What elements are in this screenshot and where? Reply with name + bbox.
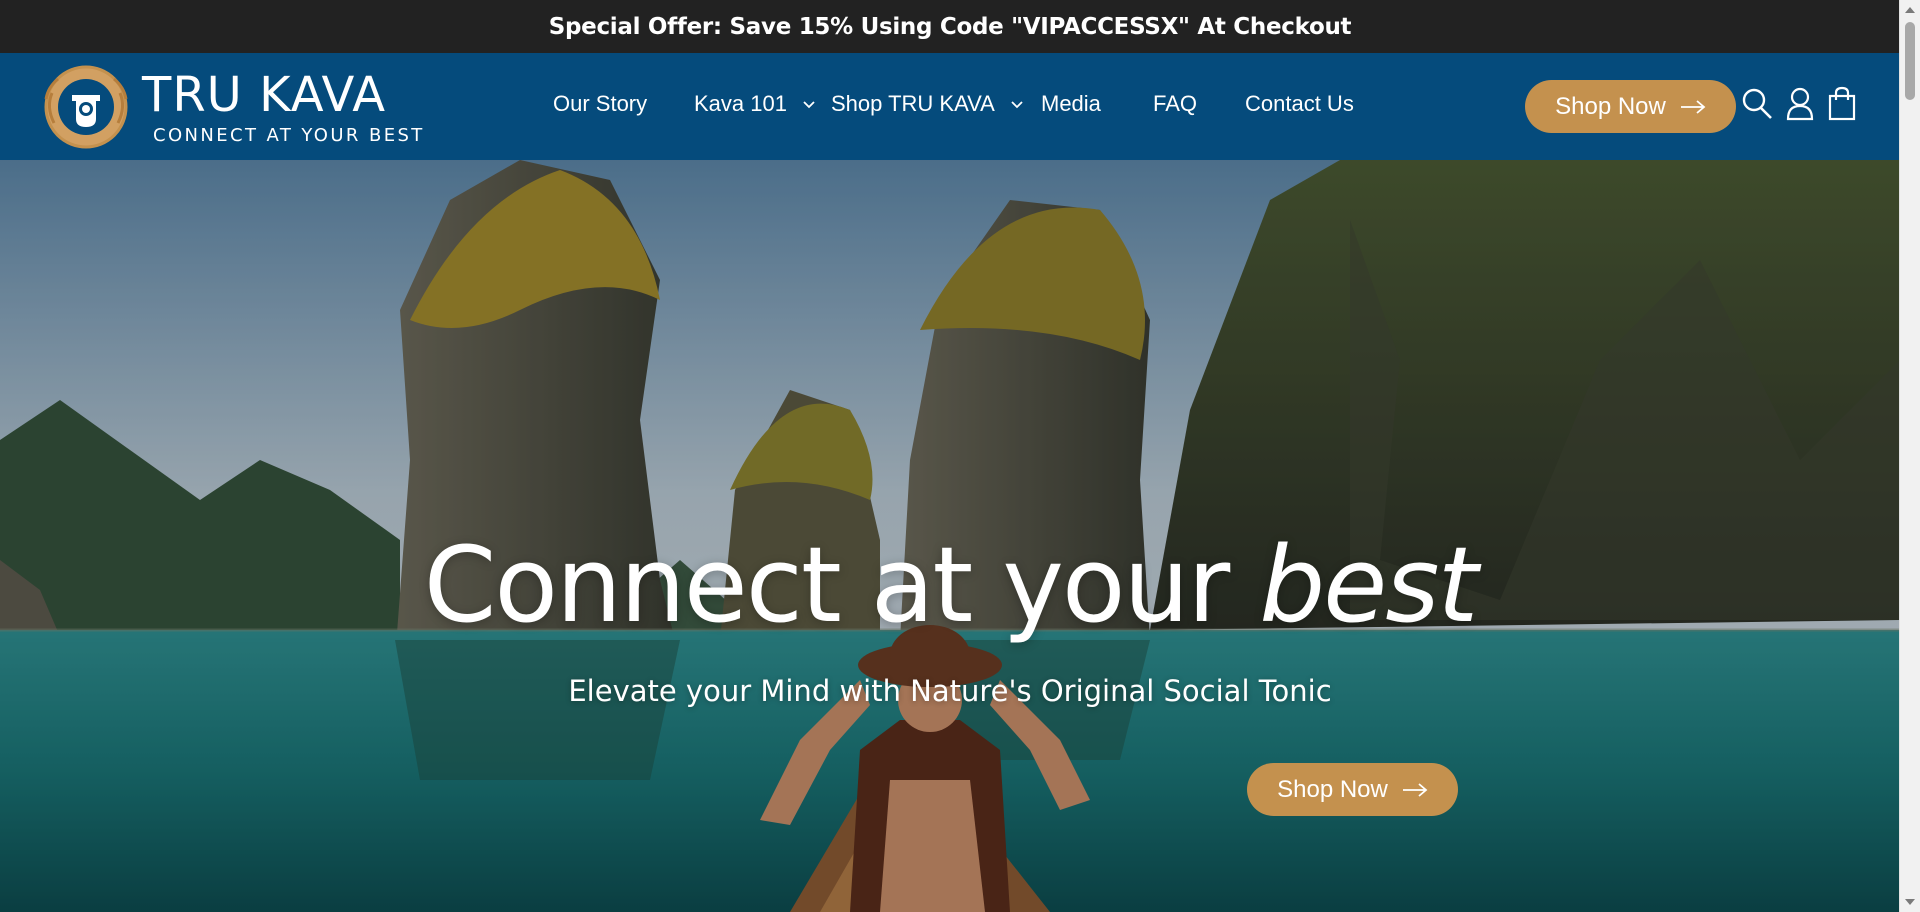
vertical-scrollbar[interactable] xyxy=(1899,0,1920,912)
scroll-down-icon[interactable] xyxy=(1904,897,1916,907)
hero-title: Connect at your best xyxy=(0,530,1900,640)
account-icon[interactable] xyxy=(1783,85,1817,123)
nav-item-our-story[interactable]: Our Story xyxy=(553,91,647,117)
announcement-text: Special Offer: Save 15% Using Code "VIPA… xyxy=(548,13,1352,40)
hero-shop-now-button[interactable]: Shop Now xyxy=(1247,763,1458,816)
header-shop-now-button[interactable]: Shop Now xyxy=(1525,80,1736,133)
hero-banner: Connect at your best Elevate your Mind w… xyxy=(0,160,1900,912)
nav-item-media[interactable]: Media xyxy=(1041,91,1101,117)
hero-title-emphasis: best xyxy=(1259,524,1478,646)
hero-title-main: Connect at your xyxy=(423,524,1260,646)
shop-now-label: Shop Now xyxy=(1277,775,1388,803)
nav-item-kava-101[interactable]: Kava 101 xyxy=(694,91,817,117)
shop-now-label: Shop Now xyxy=(1555,92,1666,120)
nav-item-contact-us[interactable]: Contact Us xyxy=(1245,91,1354,117)
hero-subtitle: Elevate your Mind with Nature's Original… xyxy=(568,674,1332,708)
scroll-up-icon[interactable] xyxy=(1904,5,1916,15)
nav-label: FAQ xyxy=(1153,91,1198,116)
nav-label: Contact Us xyxy=(1245,91,1354,116)
announcement-bar: Special Offer: Save 15% Using Code "VIPA… xyxy=(0,0,1900,53)
arrow-right-icon xyxy=(1680,99,1706,114)
search-icon[interactable] xyxy=(1740,85,1774,123)
arrow-right-icon xyxy=(1402,782,1428,797)
nav-item-faq[interactable]: FAQ xyxy=(1153,91,1197,117)
chevron-down-icon xyxy=(1011,101,1023,109)
scrollbar-thumb[interactable] xyxy=(1905,22,1915,100)
nav-label: Media xyxy=(1041,91,1101,116)
nav-label: Kava 101 xyxy=(694,91,787,116)
cart-icon[interactable] xyxy=(1825,85,1859,123)
nav-item-shop-tru-kava[interactable]: Shop TRU KAVA xyxy=(831,91,1025,117)
nav-label: Our Story xyxy=(553,91,648,116)
nav-label: Shop TRU KAVA xyxy=(831,91,995,116)
chevron-down-icon xyxy=(803,101,815,109)
site-header: TRU KAVA CONNECT AT YOUR BEST Our Story … xyxy=(0,53,1900,160)
